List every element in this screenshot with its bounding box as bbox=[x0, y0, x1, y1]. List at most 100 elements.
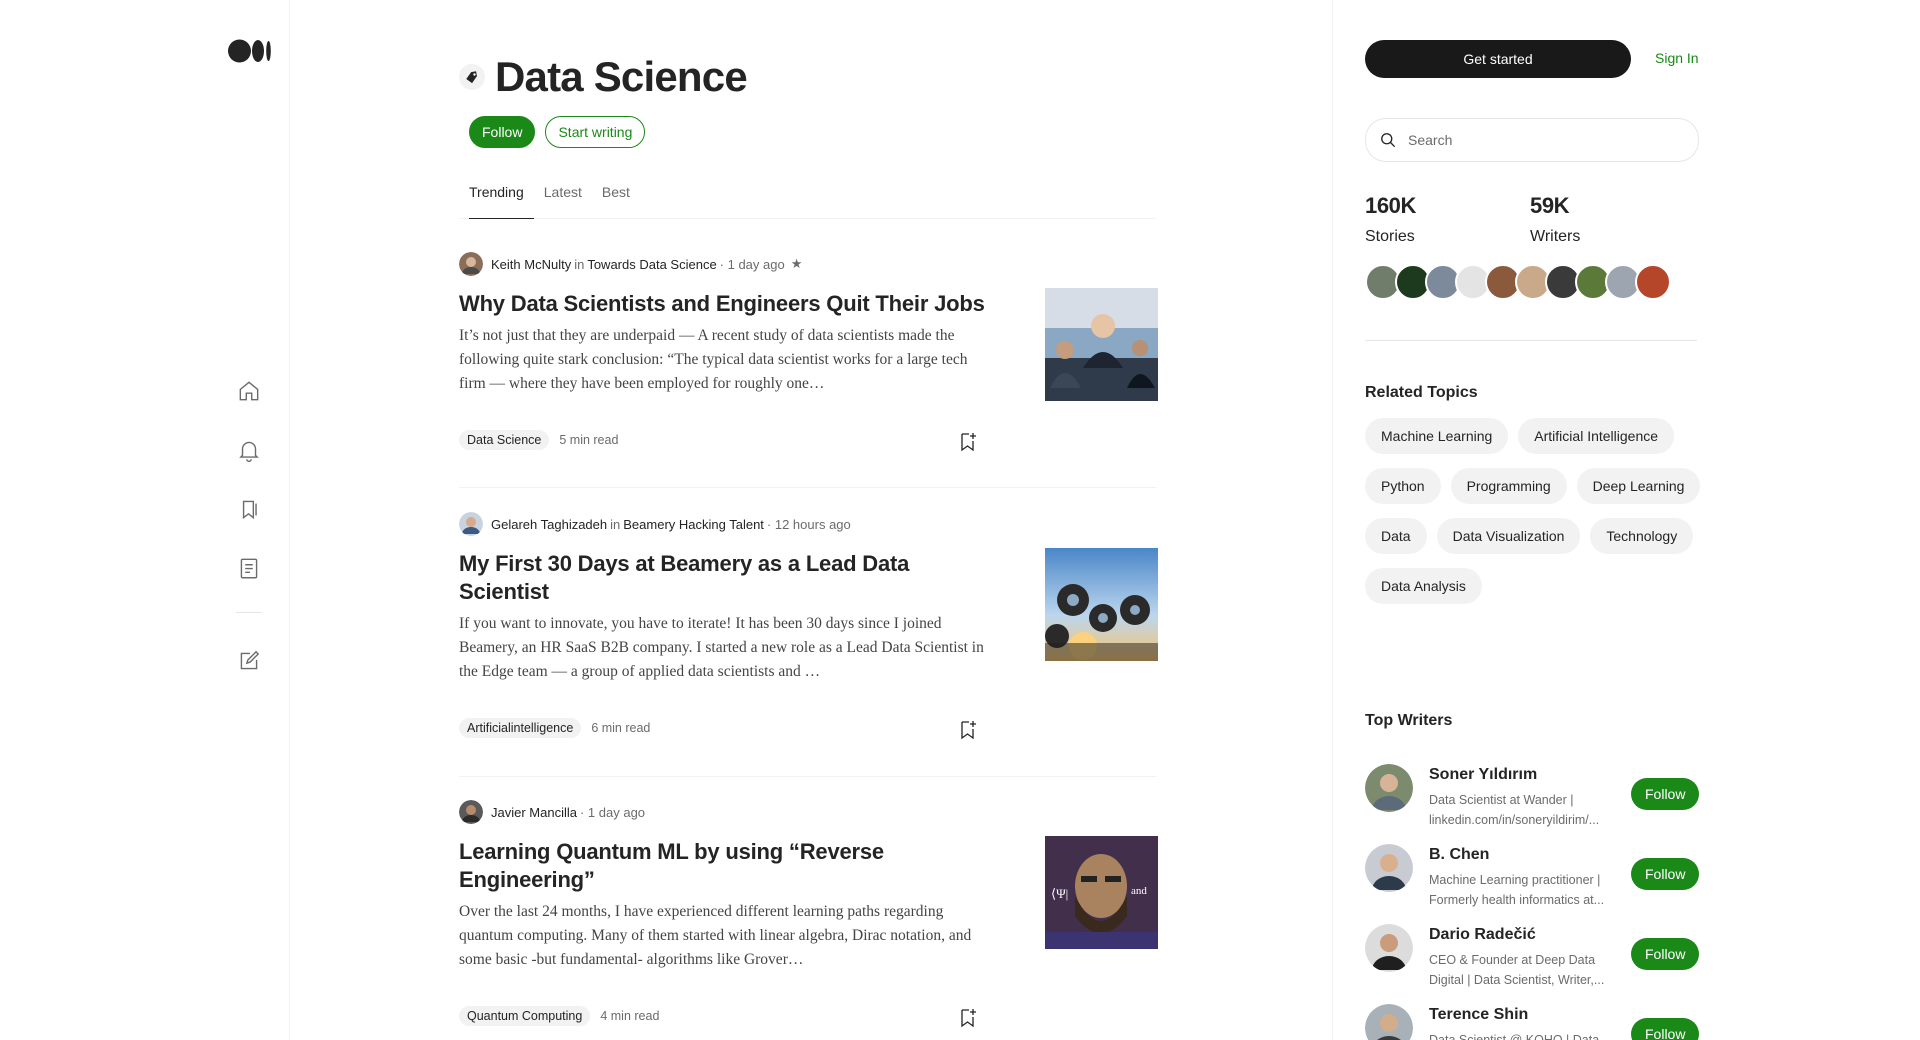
writer-item: Dario Radečić CEO & Founder at Deep Data… bbox=[1365, 924, 1705, 987]
start-writing-button[interactable]: Start writing bbox=[545, 116, 646, 148]
author-avatar[interactable] bbox=[459, 800, 483, 824]
in-label: in bbox=[574, 256, 585, 272]
post-time: · 1 day ago bbox=[579, 804, 646, 820]
right-sidebar: Get started Sign In 160K Stories 59K Wri… bbox=[1332, 0, 1920, 1040]
author-avatar[interactable] bbox=[459, 512, 483, 536]
rail-divider bbox=[236, 612, 262, 613]
avatar[interactable] bbox=[1365, 844, 1413, 892]
read-time: 5 min read bbox=[559, 433, 619, 447]
article-thumbnail[interactable] bbox=[1045, 288, 1158, 401]
avatar[interactable] bbox=[1365, 764, 1413, 812]
top-writers-heading: Top Writers bbox=[1365, 712, 1453, 729]
writer-item: Soner Yıldırım Data Scientist at Wander … bbox=[1365, 764, 1705, 827]
related-topics-list: Machine Learning Artificial Intelligence… bbox=[1365, 418, 1705, 604]
search-box[interactable] bbox=[1365, 118, 1699, 162]
topic-actions: Follow Start writing bbox=[469, 116, 646, 148]
author-name[interactable]: Keith McNulty bbox=[491, 257, 571, 272]
follow-writer-button[interactable]: Follow bbox=[1631, 778, 1700, 810]
article-snippet[interactable]: If you want to innovate, you have to ite… bbox=[459, 612, 989, 684]
article-footer: Artificialintelligence 6 min read bbox=[459, 718, 650, 738]
writer-name[interactable]: B. Chen bbox=[1429, 846, 1489, 864]
writer-item: Terence Shin Data Scientist @ KOHO | Dat… bbox=[1365, 1004, 1705, 1040]
writers-label: Writers bbox=[1530, 228, 1581, 245]
article-tag[interactable]: Artificialintelligence bbox=[459, 718, 582, 738]
thumbnail-caption: and bbox=[1131, 885, 1147, 897]
follow-writer-button[interactable]: Follow bbox=[1631, 1018, 1700, 1040]
svg-text:⟨Ψ|: ⟨Ψ| bbox=[1051, 886, 1068, 901]
search-input[interactable] bbox=[1406, 131, 1680, 149]
article-byline: Keith McNulty in Towards Data Science · … bbox=[459, 252, 802, 276]
read-time: 4 min read bbox=[600, 1009, 660, 1023]
avatar[interactable] bbox=[1365, 924, 1413, 972]
follow-writer-button[interactable]: Follow bbox=[1631, 938, 1700, 970]
writer-item: B. Chen Machine Learning practitioner | … bbox=[1365, 844, 1705, 907]
bookmark-add-icon[interactable] bbox=[956, 1006, 980, 1030]
sidebar-divider bbox=[1365, 340, 1697, 341]
author-name[interactable]: Gelareh Taghizadeh bbox=[491, 517, 607, 532]
topic-chip[interactable]: Data bbox=[1365, 518, 1427, 554]
topic-chip[interactable]: Python bbox=[1365, 468, 1441, 504]
topic-chip[interactable]: Data Visualization bbox=[1436, 518, 1581, 554]
left-navigation-rail bbox=[0, 0, 290, 1040]
article-card: Javier Mancilla · 1 day ago Learning Qua… bbox=[459, 800, 1158, 1040]
article-snippet[interactable]: Over the last 24 months, I have experien… bbox=[459, 900, 989, 972]
stories-count: 160K bbox=[1365, 193, 1416, 218]
publication-name[interactable]: Towards Data Science bbox=[587, 257, 716, 272]
notifications-icon[interactable] bbox=[236, 437, 262, 463]
topic-chip[interactable]: Data Analysis bbox=[1365, 568, 1482, 604]
bookmark-add-icon[interactable] bbox=[956, 430, 980, 454]
article-snippet[interactable]: It’s not just that they are underpaid — … bbox=[459, 324, 989, 396]
article-card: Gelareh Taghizadeh in Beamery Hacking Ta… bbox=[459, 512, 1158, 777]
writer-bio: CEO & Founder at Deep Data Digital | Dat… bbox=[1429, 953, 1605, 987]
avatar[interactable] bbox=[1635, 264, 1671, 300]
writer-name[interactable]: Dario Radečić bbox=[1429, 926, 1536, 944]
page-title: Data Science bbox=[495, 53, 748, 100]
tab-latest[interactable]: Latest bbox=[534, 180, 592, 218]
stories-label: Stories bbox=[1365, 228, 1415, 245]
bookmark-add-icon[interactable] bbox=[956, 718, 980, 742]
author-name[interactable]: Javier Mancilla bbox=[491, 805, 577, 820]
tab-best[interactable]: Best bbox=[592, 180, 640, 218]
topic-chip[interactable]: Technology bbox=[1590, 518, 1694, 554]
article-title[interactable]: Learning Quantum ML by using “Reverse En… bbox=[459, 838, 999, 894]
author-avatar[interactable] bbox=[459, 252, 483, 276]
article-card: Keith McNulty in Towards Data Science · … bbox=[459, 252, 1158, 488]
topic-chip[interactable]: Programming bbox=[1450, 468, 1567, 504]
post-time: · 12 hours ago bbox=[766, 516, 851, 532]
get-started-button[interactable]: Get started bbox=[1365, 40, 1631, 78]
tab-trending[interactable]: Trending bbox=[459, 180, 534, 219]
article-tag[interactable]: Data Science bbox=[459, 430, 550, 450]
in-label: in bbox=[610, 516, 621, 532]
article-thumbnail[interactable] bbox=[1045, 548, 1158, 661]
bookmarks-icon[interactable] bbox=[236, 496, 262, 522]
post-time: · 1 day ago bbox=[719, 256, 785, 272]
follow-writer-button[interactable]: Follow bbox=[1631, 858, 1700, 890]
writer-name[interactable]: Terence Shin bbox=[1429, 1006, 1528, 1024]
topic-chip[interactable]: Deep Learning bbox=[1576, 468, 1701, 504]
stories-icon[interactable] bbox=[236, 555, 262, 581]
avatar[interactable] bbox=[1365, 1004, 1413, 1040]
write-icon[interactable] bbox=[236, 648, 262, 674]
follow-topic-button[interactable]: Follow bbox=[469, 116, 536, 148]
search-icon bbox=[1381, 133, 1396, 148]
article-byline: Javier Mancilla · 1 day ago bbox=[459, 800, 645, 824]
home-icon[interactable] bbox=[236, 378, 262, 404]
writer-name[interactable]: Soner Yıldırım bbox=[1429, 766, 1537, 784]
writers-count: 59K bbox=[1530, 193, 1570, 218]
medium-logo[interactable] bbox=[228, 38, 272, 64]
writer-bio: Machine Learning practitioner | Formerly… bbox=[1429, 873, 1605, 907]
article-thumbnail[interactable]: ⟨Ψ| and bbox=[1045, 836, 1158, 949]
writer-avatar-stack bbox=[1365, 264, 1671, 300]
article-tag[interactable]: Quantum Computing bbox=[459, 1006, 591, 1026]
article-footer: Quantum Computing 4 min read bbox=[459, 1006, 659, 1026]
sign-in-link[interactable]: Sign In bbox=[1655, 50, 1699, 66]
article-byline: Gelareh Taghizadeh in Beamery Hacking Ta… bbox=[459, 512, 851, 536]
topic-chip[interactable]: Machine Learning bbox=[1365, 418, 1509, 454]
article-title[interactable]: My First 30 Days at Beamery as a Lead Da… bbox=[459, 550, 999, 606]
feed-tabs: Trending Latest Best bbox=[459, 180, 1156, 219]
tag-icon bbox=[459, 64, 485, 90]
article-title[interactable]: Why Data Scientists and Engineers Quit T… bbox=[459, 290, 999, 318]
publication-name[interactable]: Beamery Hacking Talent bbox=[623, 517, 764, 532]
topic-chip[interactable]: Artificial Intelligence bbox=[1518, 418, 1675, 454]
read-time: 6 min read bbox=[591, 721, 651, 735]
